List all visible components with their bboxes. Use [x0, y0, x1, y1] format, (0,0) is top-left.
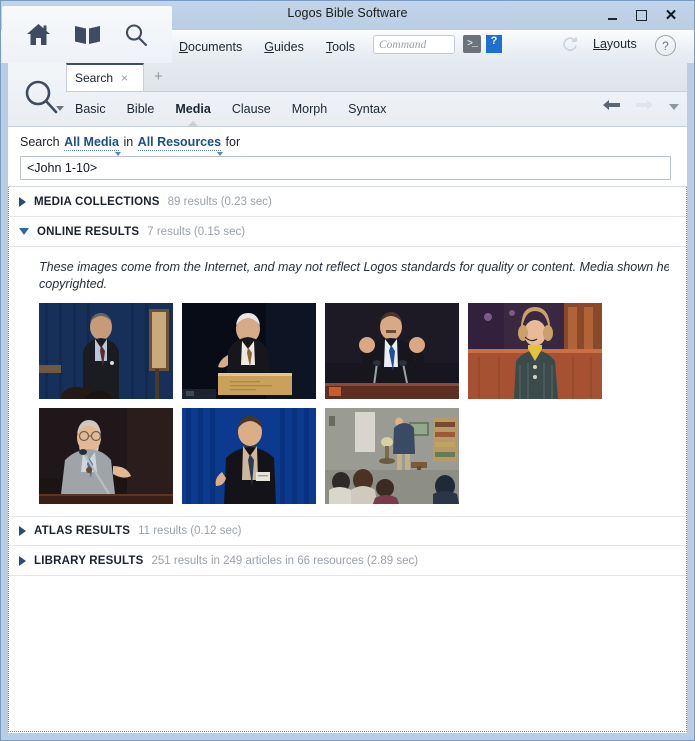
section-title: ONLINE RESULTS [37, 225, 140, 238]
command-help-icon[interactable]: ? [486, 35, 502, 53]
section-library-results[interactable]: LIBRARY RESULTS 251 results in 249 artic… [9, 546, 686, 576]
thumbnail-speaker-blue-curtain[interactable] [39, 303, 173, 399]
query-label-row: Search All Media in All Resources for [20, 135, 675, 156]
thumbnail-speaker-badge-blue[interactable] [182, 408, 316, 504]
scope-resources-caret-icon [217, 152, 224, 156]
nav-forward-icon [636, 99, 653, 114]
section-meta: 89 results (0.23 sec) [167, 195, 272, 208]
minimize-button[interactable] [599, 4, 625, 26]
menu-guides[interactable]: Guides [264, 40, 304, 54]
query-area: Search All Media in All Resources for [8, 127, 687, 187]
menu-bar: Documents Guides Tools [179, 30, 355, 63]
mode-tab-media[interactable]: Media [174, 99, 211, 127]
section-title: ATLAS RESULTS [34, 525, 131, 537]
section-meta: 251 results in 249 articles in 66 resour… [151, 554, 419, 567]
help-icon[interactable]: ? [655, 35, 676, 56]
library-book-icon[interactable] [74, 24, 101, 45]
panel-tab-strip: Search × + [66, 63, 687, 92]
primary-nav-icons [2, 6, 172, 63]
thumbnail-room-classroom[interactable] [325, 408, 459, 504]
thumbnail-speaker-raised-fists[interactable] [325, 303, 459, 399]
command-terminal-icon[interactable]: >_ [463, 35, 481, 53]
chevron-down-icon[interactable] [669, 103, 679, 110]
query-suffix: for [225, 135, 241, 149]
menu-documents[interactable]: Documents [179, 40, 242, 54]
tab-search-label: Search [75, 71, 114, 85]
online-results-body: These images come from the Internet, and… [9, 247, 686, 516]
search-input[interactable] [20, 156, 671, 180]
scope-resources-label: All Resources [137, 135, 222, 149]
scope-media-label: All Media [64, 135, 119, 149]
mode-tab-syntax[interactable]: Syntax [347, 99, 387, 119]
search-panel: Search × + Basic Bible Media Clause Morp… [8, 63, 687, 733]
thumbnail-speaker-podium-dark[interactable] [182, 303, 316, 399]
disclaimer-line-2: copyrighted. [39, 277, 108, 291]
tab-close-icon[interactable]: × [121, 72, 128, 84]
thumbnail-woman-headset[interactable] [468, 303, 602, 399]
results-body: MEDIA COLLECTIONS 89 results (0.23 sec) … [8, 187, 687, 732]
panel-header: Search × + Basic Bible Media Clause Morp… [8, 63, 687, 127]
close-icon: ✕ [664, 6, 678, 24]
expand-triangle-icon[interactable] [19, 555, 26, 566]
panel-icon-caret-icon[interactable] [56, 106, 64, 111]
section-meta: 7 results (0.15 sec) [147, 225, 246, 238]
minimize-icon [607, 17, 617, 20]
maximize-icon [635, 9, 647, 21]
panel-search-icon[interactable] [16, 73, 66, 121]
scope-resources-link[interactable]: All Resources [137, 135, 224, 156]
home-icon[interactable] [26, 23, 51, 46]
mode-tab-clause[interactable]: Clause [231, 99, 272, 119]
mode-tab-basic[interactable]: Basic [74, 99, 107, 119]
disclaimer-line-1: These images come from the Internet, and… [39, 260, 669, 274]
tab-add-icon[interactable]: + [154, 67, 163, 87]
search-mode-tabs: Basic Bible Media Clause Morph Syntax [74, 93, 387, 127]
search-icon[interactable] [124, 23, 148, 47]
mode-tab-morph[interactable]: Morph [291, 99, 328, 119]
section-title: MEDIA COLLECTIONS [34, 195, 160, 208]
scope-media-link[interactable]: All Media [64, 135, 121, 156]
section-online-results[interactable]: ONLINE RESULTS 7 results (0.15 sec) [9, 217, 686, 247]
panel-navigation [603, 99, 679, 114]
nav-back-icon[interactable] [603, 99, 620, 114]
scope-media-caret-icon [114, 152, 121, 156]
layouts-button[interactable]: Layouts [593, 37, 637, 51]
collapse-triangle-icon[interactable] [19, 228, 29, 235]
query-middle: in [123, 135, 134, 149]
tab-search[interactable]: Search × [66, 63, 144, 91]
section-media-collections[interactable]: MEDIA COLLECTIONS 89 results (0.23 sec) [9, 187, 686, 217]
section-title: LIBRARY RESULTS [34, 554, 144, 567]
close-button[interactable]: ✕ [658, 4, 684, 26]
application-window: Logos Bible Software ✕ Documents Guides … [0, 0, 695, 741]
section-atlas-results[interactable]: ATLAS RESULTS 11 results (0.12 sec) [9, 516, 686, 546]
online-thumbnail-grid [9, 293, 679, 516]
expand-triangle-icon[interactable] [19, 526, 26, 536]
command-input[interactable]: Command [373, 35, 455, 54]
maximize-button[interactable] [628, 4, 654, 26]
menu-tools[interactable]: Tools [326, 40, 355, 54]
query-prefix: Search [20, 135, 60, 149]
expand-triangle-icon[interactable] [19, 196, 26, 207]
mode-tab-bible[interactable]: Bible [126, 99, 156, 119]
section-meta: 11 results (0.12 sec) [138, 525, 242, 537]
online-results-disclaimer: These images come from the Internet, and… [9, 259, 669, 293]
refresh-icon[interactable] [561, 35, 579, 53]
thumbnail-bearded-speaker-mic[interactable] [39, 408, 173, 504]
